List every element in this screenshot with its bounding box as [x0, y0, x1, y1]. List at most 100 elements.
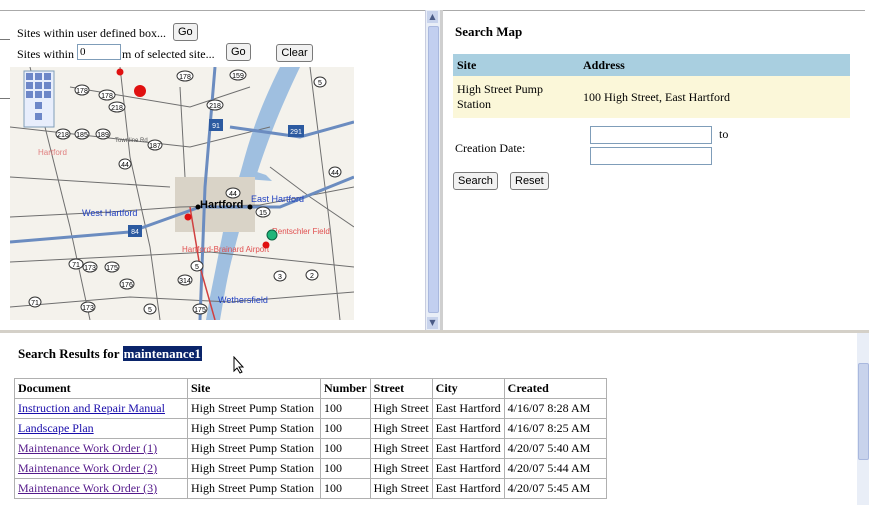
street-cell: High Street [369, 478, 433, 499]
street-cell: High Street [369, 418, 433, 439]
svg-text:44: 44 [229, 191, 237, 198]
street-cell: High Street [369, 438, 433, 459]
created-cell: 4/20/07 5:44 AM [503, 458, 607, 479]
of-selected-label: m of selected site... [122, 47, 215, 61]
street-cell: High Street [369, 398, 433, 419]
site-cell: High Street Pump Station [187, 458, 321, 479]
svg-text:173: 173 [82, 305, 94, 312]
map-nav-control[interactable] [23, 70, 55, 128]
search-results-title: Search Results for maintenance1 [18, 346, 202, 362]
city-cell: East Hartford [431, 438, 505, 459]
site-cell: High Street Pump Station [187, 398, 321, 419]
search-term: maintenance1 [122, 346, 202, 361]
svg-text:Townline Rd: Townline Rd [115, 138, 148, 144]
svg-text:173: 173 [84, 265, 96, 272]
sites-within-label: Sites within [17, 47, 75, 61]
created-cell: 4/16/07 8:25 AM [503, 418, 607, 439]
svg-text:71: 71 [31, 300, 39, 307]
table-row: Landscape Plan High Street Pump Station … [14, 418, 607, 439]
svg-text:Hartford-Brainard Airport: Hartford-Brainard Airport [182, 245, 270, 254]
created-cell: 4/20/07 5:45 AM [503, 478, 607, 499]
frame-tick [0, 98, 10, 99]
svg-text:185: 185 [76, 132, 88, 139]
distance-input[interactable] [77, 44, 121, 60]
distance-go-button[interactable]: Go [226, 43, 251, 61]
document-link[interactable]: Maintenance Work Order (3) [18, 481, 157, 495]
results-scrollbar[interactable] [857, 333, 869, 505]
city-cell: East Hartford [431, 458, 505, 479]
document-column-header: Document [14, 378, 188, 399]
results-title-text: Search Results for [18, 346, 120, 361]
svg-text:2: 2 [310, 273, 314, 280]
document-link[interactable]: Maintenance Work Order (2) [18, 461, 157, 475]
table-row: Maintenance Work Order (1) High Street P… [14, 438, 607, 459]
svg-text:178: 178 [179, 74, 191, 81]
search-button[interactable]: Search [453, 172, 498, 190]
svg-text:44: 44 [121, 162, 129, 169]
creation-date-from-input[interactable] [590, 126, 712, 144]
creation-date-label: Creation Date: [455, 141, 526, 155]
frame-tick [0, 39, 10, 40]
site-column-header: Site [453, 54, 579, 76]
svg-text:189: 189 [97, 132, 109, 139]
number-cell: 100 [320, 438, 371, 459]
svg-text:291: 291 [290, 129, 302, 136]
box-search-label: Sites within user defined box... [17, 26, 166, 40]
svg-text:3: 3 [278, 274, 282, 281]
svg-text:Hartford: Hartford [38, 148, 67, 157]
svg-text:187: 187 [149, 143, 161, 150]
number-column-header: Number [320, 378, 371, 399]
street-cell: High Street [369, 458, 433, 479]
document-link[interactable]: Landscape Plan [18, 421, 94, 435]
address-cell: 100 High Street, East Hartford [579, 76, 850, 118]
svg-text:Wethersfield: Wethersfield [218, 295, 268, 305]
document-link[interactable]: Instruction and Repair Manual [18, 401, 165, 415]
scroll-thumb[interactable] [428, 26, 439, 313]
site-column-header: Site [187, 378, 321, 399]
city-cell: East Hartford [431, 398, 505, 419]
results-table: Document Site Number Street City Created… [14, 378, 607, 499]
to-label: to [719, 127, 729, 141]
svg-text:314: 314 [179, 278, 191, 285]
table-row: Maintenance Work Order (2) High Street P… [14, 458, 607, 479]
map-pane-scrollbar[interactable]: ▲ ▼ [425, 10, 440, 330]
svg-text:71: 71 [72, 262, 80, 269]
svg-text:5: 5 [318, 80, 322, 87]
svg-text:159: 159 [232, 73, 244, 80]
site-cell: High Street Pump Station [187, 478, 321, 499]
created-cell: 4/16/07 8:28 AM [503, 398, 607, 419]
street-column-header: Street [369, 378, 433, 399]
site-cell: High Street Pump Station [187, 418, 321, 439]
svg-text:218: 218 [209, 103, 221, 110]
svg-text:5: 5 [148, 307, 152, 314]
site-table: Site Address High Street Pump Station 10… [453, 54, 850, 118]
scroll-up-icon[interactable]: ▲ [427, 11, 438, 23]
scroll-down-icon[interactable]: ▼ [427, 317, 438, 329]
svg-text:Hartford: Hartford [200, 199, 243, 211]
map-image[interactable]: 178 178 218 178 159 218 91 291 84 5 44 4… [10, 67, 354, 320]
document-link[interactable]: Maintenance Work Order (1) [18, 441, 157, 455]
map-svg: 178 178 218 178 159 218 91 291 84 5 44 4… [10, 67, 354, 320]
creation-date-to-input[interactable] [590, 147, 712, 165]
city-cell: East Hartford [431, 478, 505, 499]
city-column-header: City [431, 378, 505, 399]
number-cell: 100 [320, 418, 371, 439]
box-go-button[interactable]: Go [173, 23, 198, 41]
svg-text:175: 175 [194, 307, 206, 314]
created-column-header: Created [503, 378, 607, 399]
svg-text:West Hartford: West Hartford [82, 208, 137, 218]
created-cell: 4/20/07 5:40 AM [503, 438, 607, 459]
svg-text:East Hartford: East Hartford [251, 194, 304, 204]
svg-text:218: 218 [111, 105, 123, 112]
clear-button[interactable]: Clear [276, 44, 313, 62]
site-cell: High Street Pump Station [453, 76, 579, 118]
scroll-thumb[interactable] [858, 363, 869, 460]
svg-text:84: 84 [131, 229, 139, 236]
svg-text:15: 15 [259, 210, 267, 217]
search-map-title: Search Map [455, 24, 523, 39]
svg-text:44: 44 [331, 170, 339, 177]
svg-text:178: 178 [101, 93, 113, 100]
reset-button[interactable]: Reset [510, 172, 549, 190]
number-cell: 100 [320, 458, 371, 479]
mouse-pointer-icon [233, 356, 245, 374]
